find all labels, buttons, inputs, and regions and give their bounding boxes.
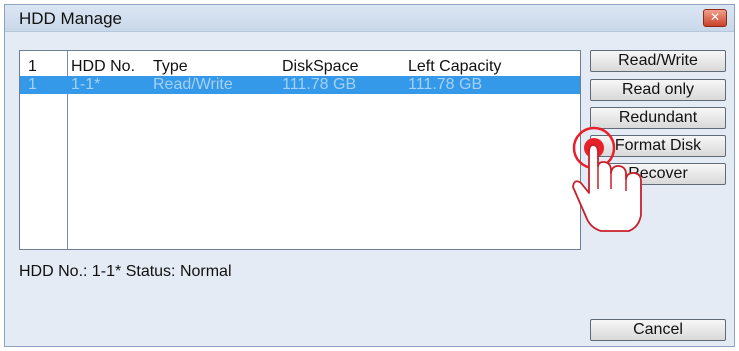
hand-outline [572,144,642,232]
header-type: Type [153,58,188,75]
cell-disk-space: 111.78 GB [282,76,357,93]
cancel-button[interactable]: Cancel [590,319,726,341]
header-hdd-no: HDD No. [71,58,136,75]
cell-type: Read/Write [153,76,233,93]
hdd-manage-dialog: HDD Manage ✕ 1 HDD No. Type DiskSpace Le… [4,4,735,347]
close-icon: ✕ [709,10,721,24]
title-bar: HDD Manage ✕ [5,5,734,32]
cell-left-capacity: 111.78 GB [408,76,483,93]
status-text: HDD No.: 1-1* Status: Normal [19,263,232,280]
pointing-hand-icon [572,126,642,232]
close-button[interactable]: ✕ [703,9,727,27]
read-write-button[interactable]: Read/Write [590,50,726,72]
cell-hdd-no: 1-1* [71,76,101,93]
table-row[interactable]: 1 1-1* Read/Write 111.78 GB 111.78 GB [20,76,580,94]
header-left-capacity: Left Capacity [408,58,502,75]
table-header: 1 HDD No. Type DiskSpace Left Capacity [20,58,580,76]
read-only-button[interactable]: Read only [590,79,726,101]
window-title: HDD Manage [19,9,122,28]
header-disk-space: DiskSpace [282,58,359,75]
header-index: 1 [28,58,37,75]
cell-index: 1 [28,76,37,93]
hdd-list[interactable]: 1 HDD No. Type DiskSpace Left Capacity 1… [19,50,581,250]
